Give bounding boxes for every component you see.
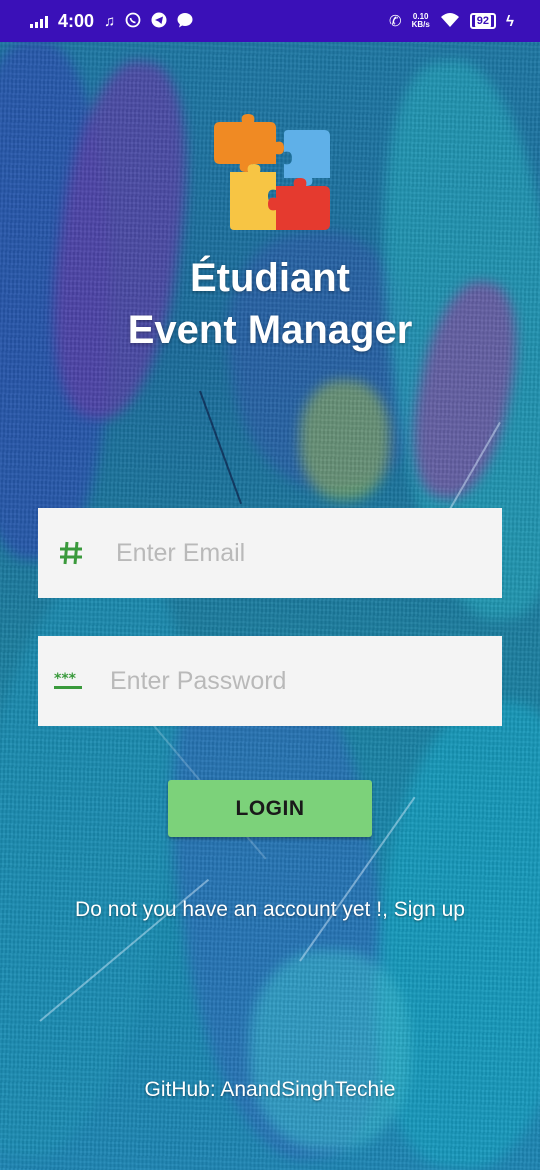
svg-text:***: *** xyxy=(54,672,77,687)
status-bar: 4:00 ♫ ✆ 0.10 KB/s 92 ϟ xyxy=(0,0,540,42)
app-title-line2: Event Manager xyxy=(127,308,413,352)
network-speed: 0.10 KB/s xyxy=(411,12,430,29)
signup-link[interactable]: Do not you have an account yet !, Sign u… xyxy=(0,898,540,922)
password-input[interactable] xyxy=(98,636,502,726)
music-icon: ♫ xyxy=(104,12,116,30)
github-credit: GitHub: AnandSinghTechie xyxy=(144,1078,396,1101)
login-button[interactable]: LOGIN xyxy=(168,780,372,837)
app-title-line1: Étudiant xyxy=(190,256,350,300)
email-input[interactable] xyxy=(104,508,502,598)
status-time: 4:00 xyxy=(58,10,95,31)
hash-icon xyxy=(38,540,104,566)
wifi-icon xyxy=(440,12,460,31)
app-title: Étudiant Event Manager xyxy=(0,252,540,356)
email-field[interactable] xyxy=(38,508,502,598)
telegram-icon xyxy=(151,12,167,31)
whatsapp-icon xyxy=(125,12,141,31)
password-dots-icon: *** xyxy=(38,672,98,690)
battery-icon: 92 xyxy=(469,13,497,29)
password-field[interactable]: *** xyxy=(38,636,502,726)
charging-icon: ϟ xyxy=(506,12,514,30)
puzzle-icon xyxy=(208,112,332,234)
signal-icon xyxy=(30,14,48,28)
message-icon xyxy=(177,12,193,31)
volte-call-icon: ✆ xyxy=(388,12,402,30)
